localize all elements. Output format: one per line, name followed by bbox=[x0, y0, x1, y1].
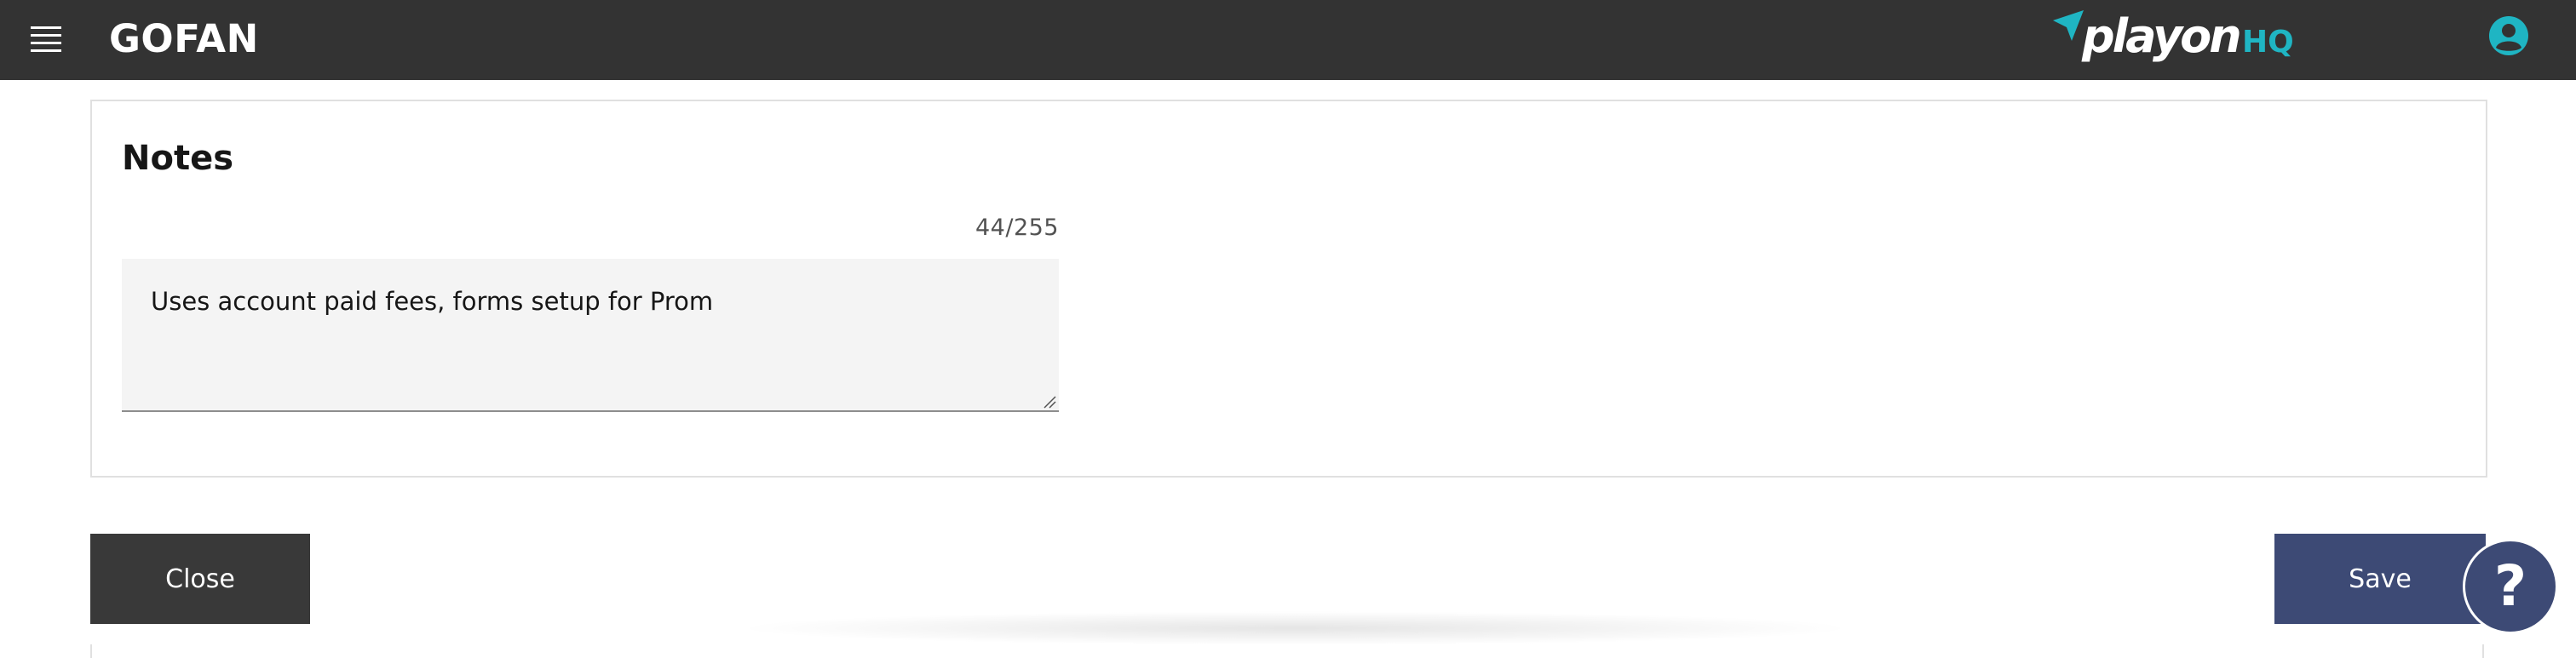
content-shadow bbox=[733, 611, 1857, 645]
top-navigation-bar: GOFAN playon HQ bbox=[0, 0, 2576, 80]
notes-textarea[interactable]: Uses account paid fees, forms setup for … bbox=[122, 259, 1059, 412]
character-counter: 44/255 bbox=[975, 215, 1059, 241]
resize-handle-icon[interactable] bbox=[1043, 395, 1056, 409]
user-avatar-icon[interactable] bbox=[2487, 14, 2530, 57]
hamburger-menu-icon[interactable] bbox=[31, 25, 63, 55]
help-button[interactable]: ? bbox=[2463, 539, 2558, 634]
playon-hq-logo: playon HQ bbox=[2051, 7, 2307, 66]
app-title: GOFAN bbox=[109, 16, 259, 61]
paper-plane-icon bbox=[2053, 10, 2084, 41]
notes-heading: Notes bbox=[122, 139, 234, 178]
save-button[interactable]: Save bbox=[2274, 534, 2486, 624]
brand-wordmark: playon bbox=[2082, 9, 2242, 63]
next-section-edge bbox=[90, 644, 2484, 658]
close-button[interactable]: Close bbox=[90, 534, 310, 624]
brand-suffix: HQ bbox=[2242, 25, 2294, 60]
